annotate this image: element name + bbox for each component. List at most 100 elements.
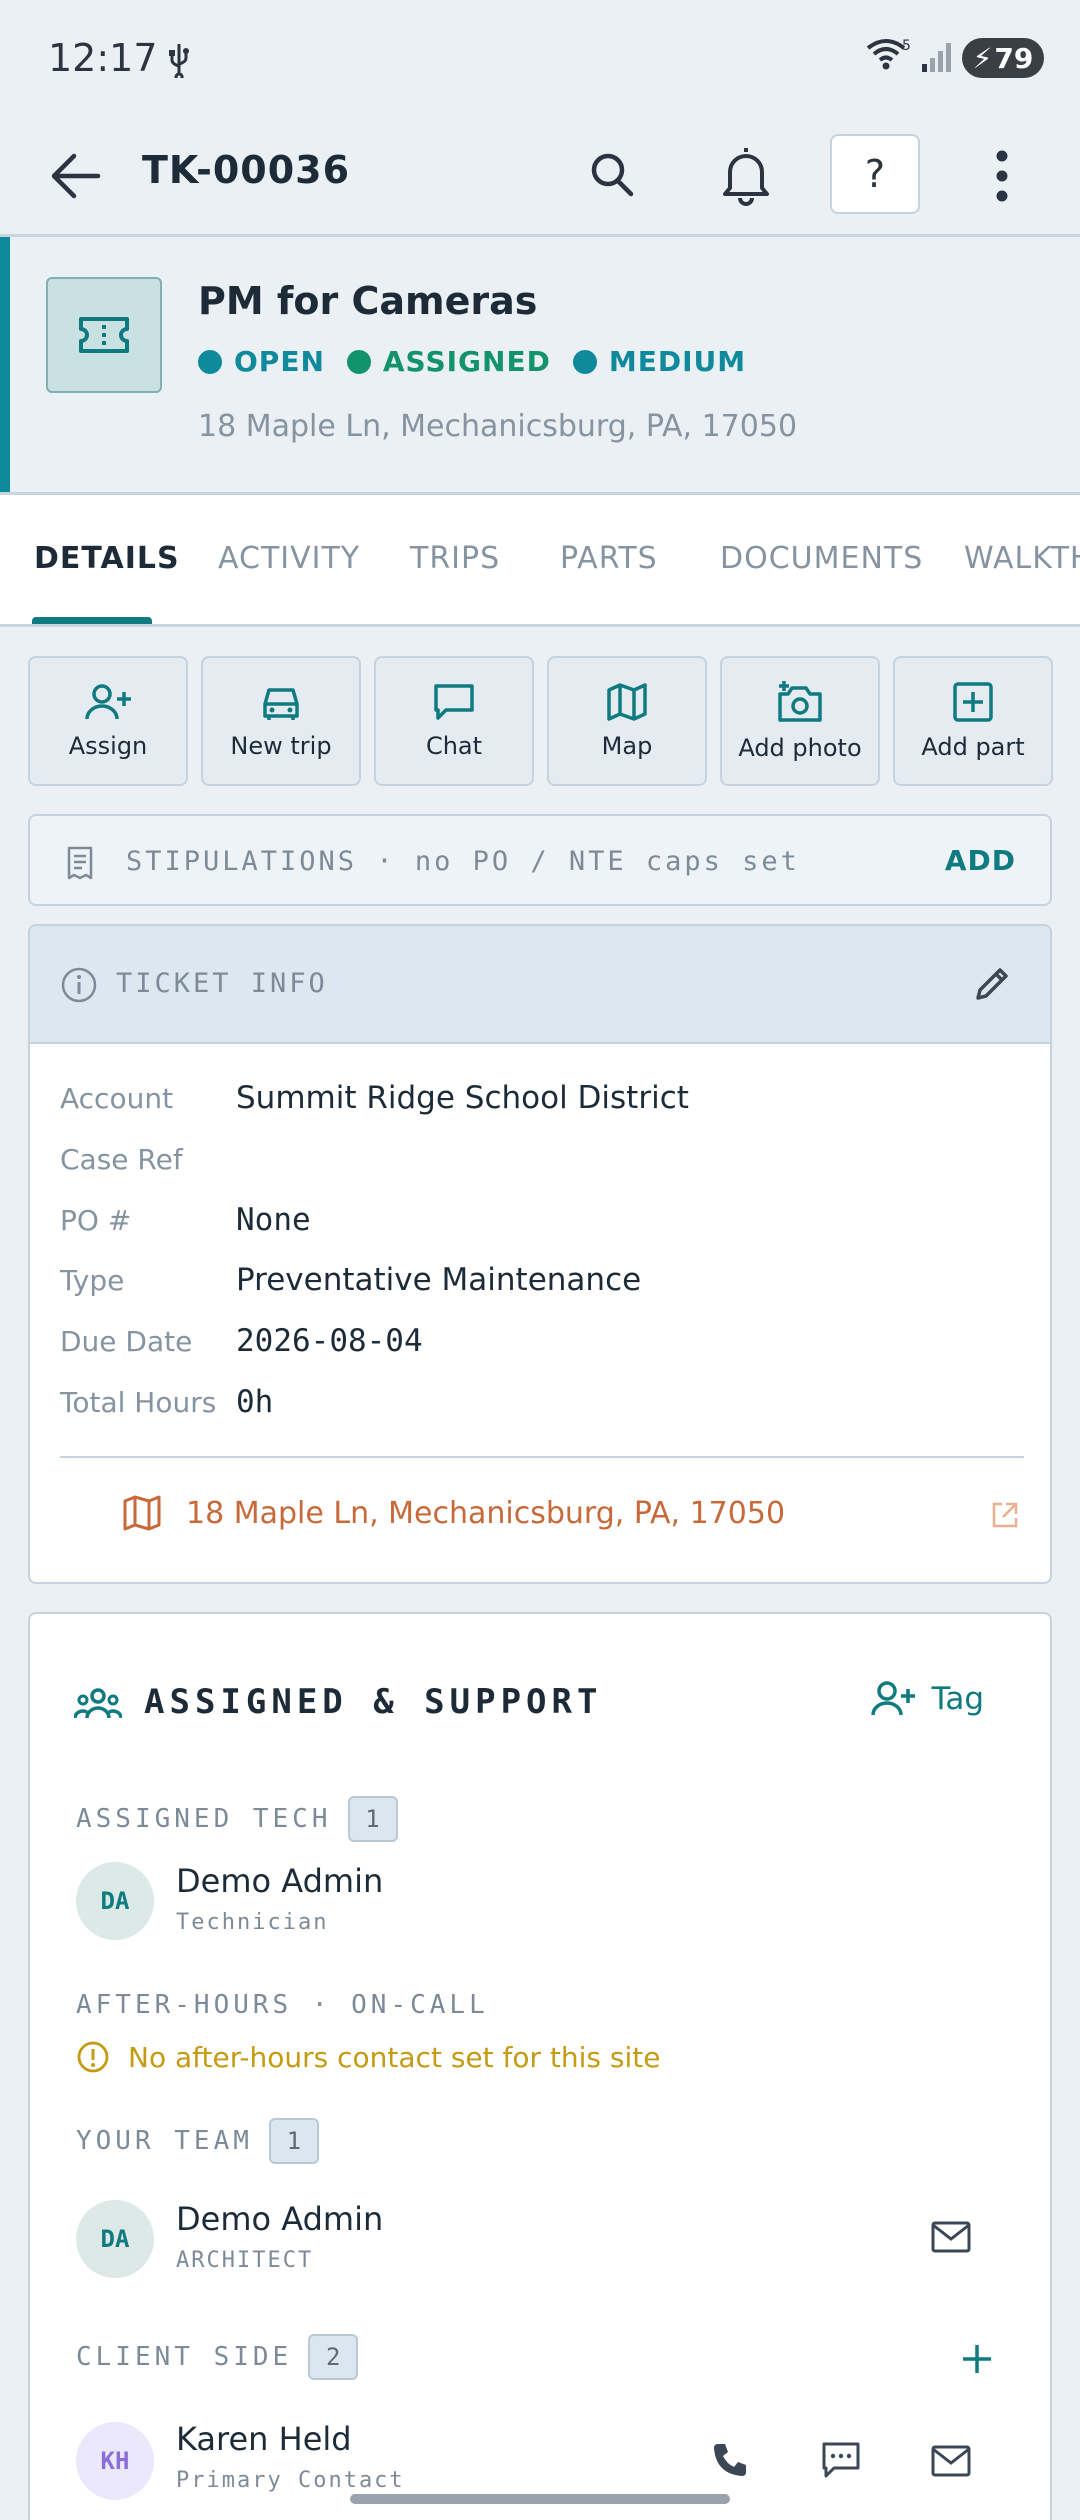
chat-button[interactable]: Chat	[374, 656, 534, 786]
divider	[0, 624, 1080, 627]
stipulations-bar: STIPULATIONS · no PO / NTE caps set ADD	[28, 814, 1052, 906]
assign-button[interactable]: Assign	[28, 656, 188, 786]
bell-icon	[723, 148, 769, 206]
accent-bar	[0, 237, 10, 492]
assigned-support-title: ASSIGNED & SUPPORT	[144, 1682, 603, 1722]
user-plus-icon	[870, 1681, 915, 1716]
client-contact-name: Karen Held	[176, 2420, 352, 2458]
status-badge-open: OPEN	[198, 345, 325, 378]
arrow-left-icon	[51, 153, 101, 199]
client-side-count: 2	[308, 2334, 359, 2380]
external-link-icon[interactable]	[990, 1500, 1020, 1530]
signal-icon	[920, 40, 956, 74]
edit-button[interactable]	[972, 964, 1012, 1004]
ticket-info-card: TICKET INFO Account Summit Ridge School …	[28, 924, 1052, 1584]
chat-icon	[434, 684, 474, 720]
add-photo-button[interactable]: Add photo	[720, 656, 880, 786]
car-icon	[263, 688, 299, 720]
ticket-icon	[46, 277, 162, 393]
info-row-due-date: Due Date 2026-08-04	[60, 1323, 423, 1359]
tab-activity[interactable]: ACTIVITY	[218, 541, 360, 576]
call-button[interactable]	[710, 2440, 750, 2480]
avatar: KH	[76, 2422, 154, 2500]
tab-details[interactable]: DETAILS	[34, 541, 180, 576]
info-row-po: PO # None	[60, 1202, 311, 1238]
after-hours-label: AFTER-HOURS · ON-CALL	[76, 1990, 489, 2020]
assigned-support-card: ASSIGNED & SUPPORT Tag ASSIGNED TECH 1 D…	[28, 1612, 1052, 2520]
add-stipulation-button[interactable]: ADD	[945, 844, 1016, 877]
tech-name: Demo Admin	[176, 1862, 384, 1900]
avatar: DA	[76, 2200, 154, 2278]
search-button[interactable]	[588, 148, 636, 200]
home-indicator[interactable]	[350, 2494, 730, 2504]
avatar: DA	[76, 1862, 154, 1940]
priority-badge-medium: MEDIUM	[572, 345, 746, 378]
info-icon	[60, 966, 98, 1004]
tab-bar: DETAILS ACTIVITY TRIPS PARTS DOCUMENTS W…	[0, 495, 1080, 625]
phone-icon	[714, 2444, 746, 2476]
info-row-account: Account Summit Ridge School District	[60, 1080, 689, 1116]
ticket-header: PM for Cameras OPEN ASSIGNED MEDIUM 18 M…	[0, 237, 1080, 492]
status-bar: 12:17 5 ⚡ 79	[0, 0, 1080, 118]
plus-square-icon	[953, 682, 993, 722]
ticket-title: PM for Cameras	[198, 279, 538, 323]
mail-icon	[931, 2445, 971, 2477]
add-contact-button[interactable]	[960, 2342, 994, 2376]
more-menu-button[interactable]	[984, 148, 1020, 204]
tab-parts[interactable]: PARTS	[560, 541, 658, 576]
more-vertical-icon	[996, 150, 1008, 202]
ticket-address: 18 Maple Ln, Mechanicsburg, PA, 17050	[198, 409, 798, 444]
page-title: TK-00036	[142, 148, 351, 192]
map-button[interactable]: Map	[547, 656, 707, 786]
back-button[interactable]	[50, 148, 102, 204]
notifications-button[interactable]	[718, 144, 774, 206]
battery-level: 79	[994, 41, 1034, 75]
team-icon	[74, 1686, 122, 1720]
new-trip-button[interactable]: New trip	[201, 656, 361, 786]
user-plus-icon	[85, 684, 131, 720]
svg-text:5: 5	[902, 38, 910, 54]
pencil-icon	[976, 968, 1008, 1000]
mail-icon	[931, 2221, 971, 2253]
team-member-role: ARCHITECT	[176, 2248, 314, 2273]
bolt-icon: ⚡	[972, 41, 993, 75]
status-badges: OPEN ASSIGNED MEDIUM	[198, 345, 746, 378]
info-row-total-hours: Total Hours 0h	[60, 1384, 274, 1420]
plus-icon	[963, 2345, 991, 2373]
tag-button[interactable]: Tag	[870, 1680, 984, 1718]
stipulations-text: STIPULATIONS · no PO / NTE caps set	[126, 846, 800, 877]
info-icon	[77, 2041, 109, 2073]
after-hours-warning: No after-hours contact set for this site	[76, 2040, 661, 2074]
quick-actions: Assign New trip Chat Map Add photo Add p…	[28, 656, 1053, 786]
search-icon	[591, 153, 634, 197]
client-contact-role: Primary Contact	[176, 2468, 405, 2493]
battery-indicator: ⚡ 79	[962, 38, 1044, 78]
your-team-label: YOUR TEAM 1	[76, 2118, 319, 2164]
assigned-tech-label: ASSIGNED TECH 1	[76, 1796, 398, 1842]
tech-role: Technician	[176, 1910, 329, 1935]
email-button[interactable]	[930, 2444, 972, 2478]
sms-button[interactable]	[820, 2440, 862, 2480]
map-icon	[607, 683, 647, 721]
ticket-info-title: TICKET INFO	[116, 968, 328, 999]
email-button[interactable]	[930, 2220, 972, 2254]
info-row-type: Type Preventative Maintenance	[60, 1262, 642, 1298]
app-bar: TK-00036 ?	[0, 118, 1080, 236]
add-part-button[interactable]: Add part	[893, 656, 1053, 786]
usb-icon	[164, 42, 194, 78]
tab-walkthrough[interactable]: WALKTH	[964, 541, 1080, 576]
help-button[interactable]: ?	[830, 134, 920, 214]
map-link[interactable]: 18 Maple Ln, Mechanicsburg, PA, 17050	[186, 1496, 785, 1531]
message-icon	[822, 2442, 860, 2478]
tab-trips[interactable]: TRIPS	[410, 541, 500, 576]
ticket-info-header: TICKET INFO	[30, 926, 1050, 1044]
map-icon	[122, 1494, 162, 1532]
divider	[60, 1456, 1024, 1458]
assigned-tech-count: 1	[347, 1796, 398, 1842]
client-side-label: CLIENT SIDE 2	[76, 2334, 359, 2380]
status-time: 12:17	[48, 36, 158, 80]
team-member-name: Demo Admin	[176, 2200, 384, 2238]
receipt-icon	[64, 846, 96, 880]
wifi-icon: 5	[866, 38, 910, 72]
tab-documents[interactable]: DOCUMENTS	[720, 541, 923, 576]
